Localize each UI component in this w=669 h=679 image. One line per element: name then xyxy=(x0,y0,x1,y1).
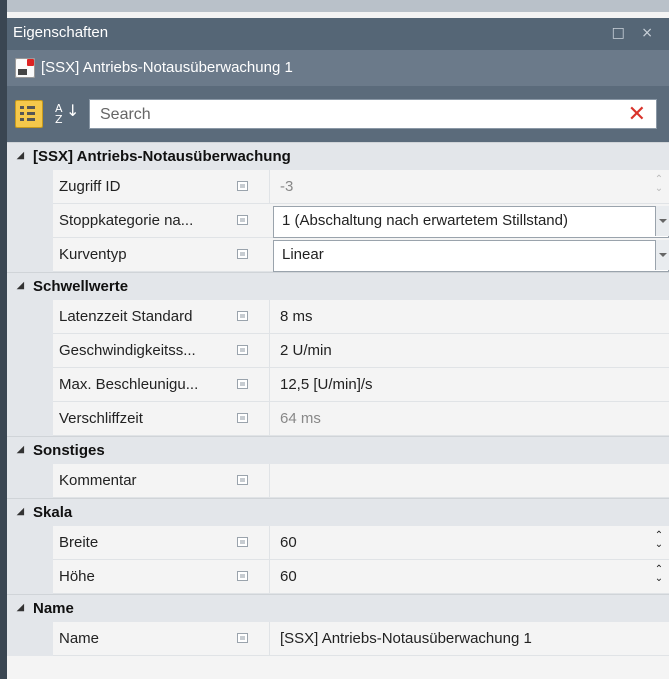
category-sonstiges[interactable]: ◢ Sonstiges xyxy=(7,436,669,464)
property-row-name: Name [SSX] Antriebs-Notausüberwachung 1 xyxy=(7,622,669,656)
property-value: 64 ms xyxy=(269,402,669,436)
panel-title: Eigenschaften xyxy=(13,24,109,41)
property-name: Name xyxy=(7,622,269,656)
property-flag-icon xyxy=(237,311,248,321)
kurventyp-dropdown[interactable]: Linear xyxy=(273,240,669,272)
property-flag-icon xyxy=(237,181,248,191)
property-value[interactable]: 8 ms xyxy=(269,300,669,334)
properties-panel: Eigenschaften □ × [SSX] Antriebs-Notausü… xyxy=(0,0,669,679)
spinner-icon: ⌃ ⌄ xyxy=(654,174,664,194)
property-row-verschliffzeit: Verschliffzeit 64 ms xyxy=(7,402,669,436)
category-antriebs-notausueberwachung[interactable]: ◢ [SSX] Antriebs-Notausüberwachung xyxy=(7,142,669,170)
property-name: Kommentar xyxy=(7,464,269,498)
category-label: Sonstiges xyxy=(33,442,105,459)
property-name: Verschliffzeit xyxy=(7,402,269,436)
property-name: Kurventyp xyxy=(7,238,269,272)
collapse-triangle-icon[interactable]: ◢ xyxy=(17,150,24,161)
sort-arrow-icon: ↓ xyxy=(66,101,80,120)
property-value[interactable]: 12,5 [U/min]/s xyxy=(269,368,669,402)
category-label: Name xyxy=(33,600,74,617)
property-name: Latenzzeit Standard xyxy=(7,300,269,334)
property-flag-icon xyxy=(237,379,248,389)
property-row-breite: Breite 60 ⌃ ⌄ xyxy=(7,526,669,560)
alphabetical-sort-button[interactable]: AZ ↓ xyxy=(51,100,79,128)
property-name: Höhe xyxy=(7,560,269,594)
spinner-icon[interactable]: ⌃ ⌄ xyxy=(654,565,664,587)
selected-object-name: [SSX] Antriebs-Notausüberwachung 1 xyxy=(41,59,293,76)
categorized-view-button[interactable] xyxy=(15,100,43,128)
property-flag-icon xyxy=(237,249,248,259)
kommentar-value[interactable] xyxy=(269,464,669,498)
property-name: Breite xyxy=(7,526,269,560)
property-row-beschleunigung: Max. Beschleunigu... 12,5 [U/min]/s xyxy=(7,368,669,402)
category-label: [SSX] Antriebs-Notausüberwachung xyxy=(33,148,291,165)
property-row-kommentar: Kommentar xyxy=(7,464,669,498)
property-row-geschwindigkeit: Geschwindigkeitss... 2 U/min xyxy=(7,334,669,368)
property-flag-icon xyxy=(237,475,248,485)
property-flag-icon xyxy=(237,537,248,547)
search-box[interactable]: ✕ xyxy=(89,99,657,129)
collapse-triangle-icon[interactable]: ◢ xyxy=(17,506,24,517)
clear-search-icon[interactable]: ✕ xyxy=(628,102,646,127)
sort-az-icon: AZ xyxy=(55,102,63,126)
collapse-triangle-icon[interactable]: ◢ xyxy=(17,602,24,613)
property-row-kurventyp: Kurventyp Linear xyxy=(7,238,669,272)
collapse-triangle-icon[interactable]: ◢ xyxy=(17,444,24,455)
property-flag-icon xyxy=(237,571,248,581)
property-row-latenzzeit: Latenzzeit Standard 8 ms xyxy=(7,300,669,334)
window-top-strip xyxy=(7,0,669,12)
selected-object-bar: [SSX] Antriebs-Notausüberwachung 1 xyxy=(7,50,669,86)
property-row-zugriff-id: Zugriff ID -3 ⌃ ⌄ xyxy=(7,170,669,204)
spinner-icon[interactable]: ⌃ ⌄ xyxy=(654,531,664,553)
component-icon xyxy=(15,58,35,78)
property-row-stoppkategorie: Stoppkategorie na... 1 (Abschaltung nach… xyxy=(7,204,669,238)
search-input[interactable] xyxy=(98,104,602,126)
property-row-hoehe: Höhe 60 ⌃ ⌄ xyxy=(7,560,669,594)
property-toolbar: AZ ↓ ✕ xyxy=(7,86,669,142)
property-flag-icon xyxy=(237,413,248,423)
stoppkategorie-dropdown[interactable]: 1 (Abschaltung nach erwartetem Stillstan… xyxy=(273,206,669,238)
category-name[interactable]: ◢ Name xyxy=(7,594,669,622)
hoehe-value[interactable]: 60 xyxy=(269,560,669,594)
name-value[interactable]: [SSX] Antriebs-Notausüberwachung 1 xyxy=(269,622,669,656)
collapse-triangle-icon[interactable]: ◢ xyxy=(17,280,24,291)
property-flag-icon xyxy=(237,215,248,225)
breite-value[interactable]: 60 xyxy=(269,526,669,560)
property-name: Zugriff ID xyxy=(7,170,269,204)
property-flag-icon xyxy=(237,633,248,643)
property-flag-icon xyxy=(237,345,248,355)
property-grid: ◢ [SSX] Antriebs-Notausüberwachung Zugri… xyxy=(7,142,669,656)
property-name: Geschwindigkeitss... xyxy=(7,334,269,368)
dropdown-arrow-icon[interactable] xyxy=(655,206,669,236)
panel-title-bar: Eigenschaften □ × xyxy=(7,18,669,50)
property-name: Stoppkategorie na... xyxy=(7,204,269,238)
category-label: Schwellwerte xyxy=(33,278,129,295)
category-skala[interactable]: ◢ Skala xyxy=(7,498,669,526)
category-schwellwerte[interactable]: ◢ Schwellwerte xyxy=(7,272,669,300)
property-value[interactable]: 2 U/min xyxy=(269,334,669,368)
property-name: Max. Beschleunigu... xyxy=(7,368,269,402)
category-label: Skala xyxy=(33,504,73,521)
dropdown-arrow-icon[interactable] xyxy=(655,240,669,270)
window-controls[interactable]: □ × xyxy=(612,25,659,41)
property-value: -3 xyxy=(269,170,669,204)
